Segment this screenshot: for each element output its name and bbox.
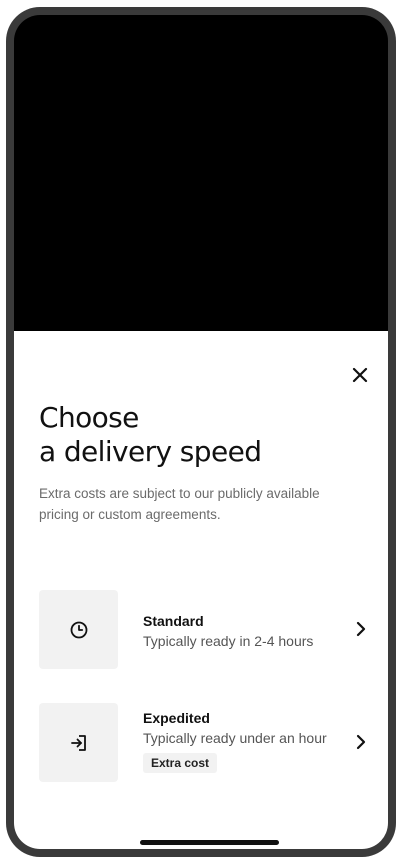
chevron-right-icon bbox=[354, 620, 368, 638]
option-description: Typically ready in 2-4 hours bbox=[143, 633, 314, 649]
delivery-speed-sheet: Choose a delivery speed Extra costs are … bbox=[14, 331, 388, 849]
option-standard[interactable]: Standard Typically ready in 2-4 hours bbox=[39, 590, 374, 670]
close-icon bbox=[352, 367, 368, 383]
option-title: Expedited bbox=[143, 710, 210, 726]
option-expedited[interactable]: Expedited Typically ready under an hour … bbox=[39, 703, 374, 783]
option-text: Expedited Typically ready under an hour … bbox=[143, 709, 327, 773]
clock-icon bbox=[70, 621, 87, 638]
chevron-right-icon bbox=[354, 733, 368, 751]
option-icon-tile bbox=[39, 590, 118, 669]
pricing-note: Extra costs are subject to our publicly … bbox=[39, 486, 320, 522]
option-icon-tile bbox=[39, 703, 118, 782]
option-text: Standard Typically ready in 2-4 hours bbox=[143, 612, 313, 652]
screen: Choose a delivery speed Extra costs are … bbox=[14, 15, 388, 849]
extra-cost-badge: Extra cost bbox=[143, 753, 218, 773]
device-frame: Choose a delivery speed Extra costs are … bbox=[6, 7, 396, 857]
option-description: Typically ready under an hour bbox=[143, 730, 327, 746]
page-title: Choose a delivery speed bbox=[39, 401, 262, 469]
title-line-1: Choose bbox=[39, 401, 139, 434]
title-line-2: a delivery speed bbox=[39, 435, 262, 468]
close-button[interactable] bbox=[346, 361, 374, 389]
home-indicator[interactable] bbox=[140, 840, 279, 845]
sign-in-icon bbox=[70, 734, 86, 751]
option-title: Standard bbox=[143, 613, 204, 629]
